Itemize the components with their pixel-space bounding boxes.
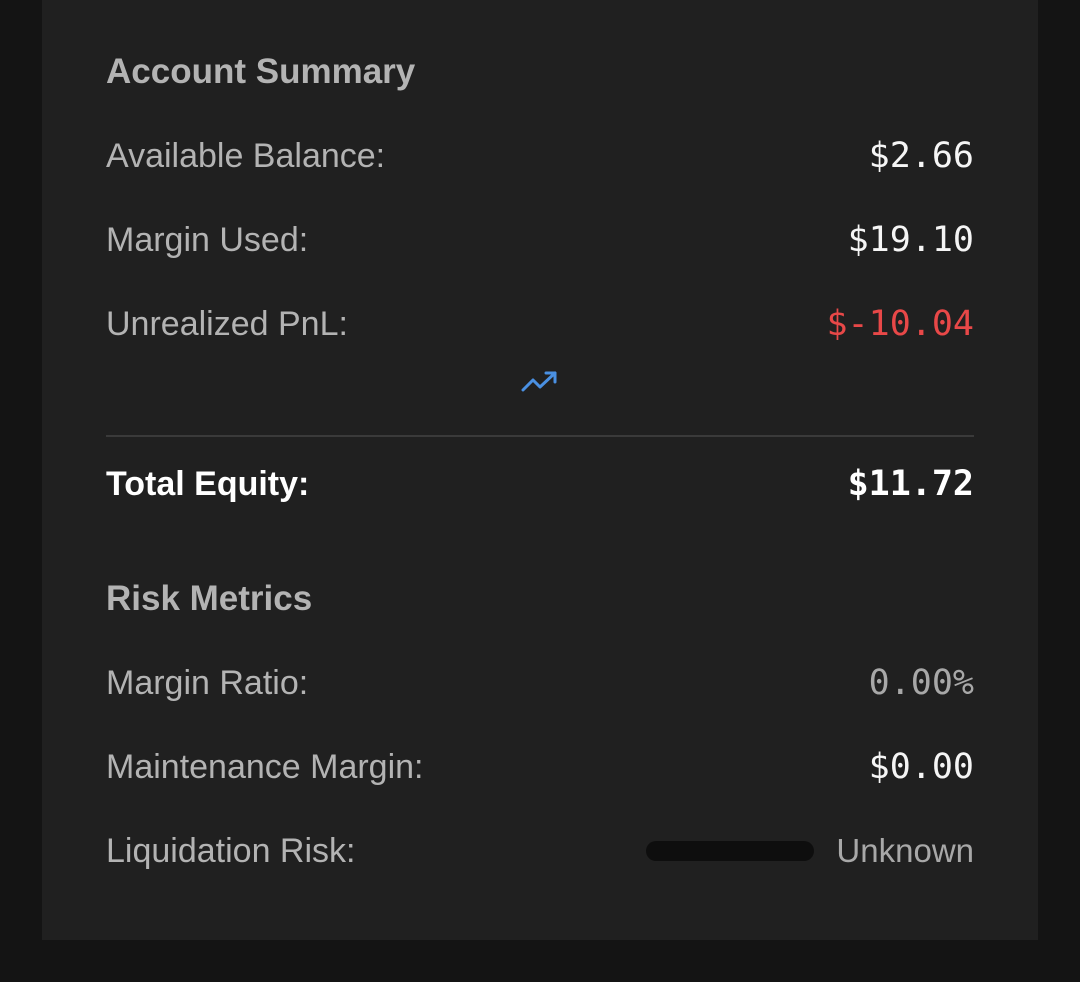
maintenance-margin-row: Maintenance Margin: $0.00 bbox=[106, 745, 974, 789]
margin-used-label: Margin Used: bbox=[106, 220, 309, 259]
maintenance-margin-value: $0.00 bbox=[868, 747, 974, 787]
available-balance-label: Available Balance: bbox=[106, 136, 386, 175]
account-summary-title: Account Summary bbox=[106, 52, 416, 91]
margin-ratio-value: 0.00% bbox=[868, 663, 974, 703]
liquidation-risk-row: Liquidation Risk: Unknown bbox=[106, 829, 974, 873]
unrealized-pnl-value: $-10.04 bbox=[826, 304, 974, 344]
maintenance-margin-label: Maintenance Margin: bbox=[106, 747, 424, 786]
liquidation-risk-bar bbox=[646, 841, 815, 861]
margin-ratio-row: Margin Ratio: 0.00% bbox=[106, 661, 974, 705]
available-balance-value: $2.66 bbox=[868, 136, 974, 176]
margin-ratio-label: Margin Ratio: bbox=[106, 663, 309, 702]
risk-metrics-title: Risk Metrics bbox=[106, 579, 313, 618]
unrealized-pnl-label: Unrealized PnL: bbox=[106, 304, 348, 343]
unrealized-pnl-row: Unrealized PnL: $-10.04 bbox=[106, 302, 974, 346]
total-equity-value: $11.72 bbox=[847, 464, 974, 504]
margin-used-row: Margin Used: $19.10 bbox=[106, 218, 974, 262]
total-equity-label: Total Equity: bbox=[106, 464, 310, 503]
liquidation-risk-label: Liquidation Risk: bbox=[106, 831, 356, 870]
liquidation-risk-indicator: Unknown bbox=[646, 832, 974, 870]
account-panel: Account Summary Available Balance: $2.66… bbox=[42, 0, 1038, 940]
total-equity-row: Total Equity: $11.72 bbox=[106, 462, 974, 506]
summary-divider bbox=[106, 435, 974, 437]
margin-used-value: $19.10 bbox=[847, 220, 974, 260]
available-balance-row: Available Balance: $2.66 bbox=[106, 134, 974, 178]
trending-up-icon bbox=[521, 371, 557, 392]
liquidation-risk-status: Unknown bbox=[836, 832, 974, 869]
